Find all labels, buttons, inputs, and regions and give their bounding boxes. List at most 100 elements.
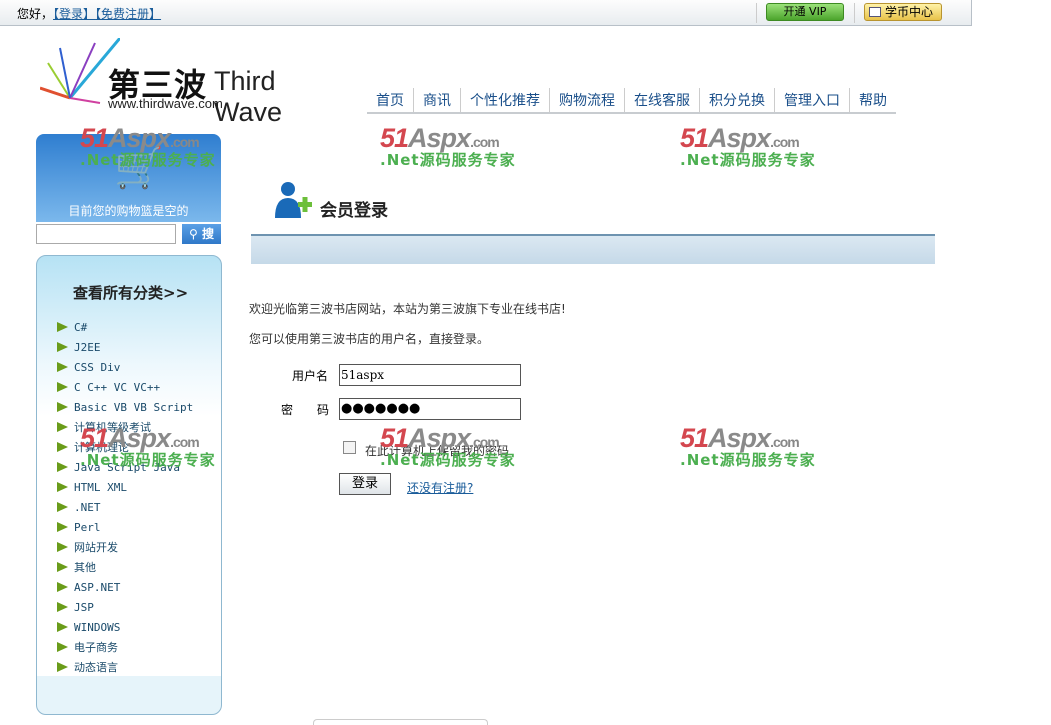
- category-item[interactable]: ASP.NET: [57, 578, 193, 598]
- category-item[interactable]: 网站开发: [57, 538, 193, 558]
- card-icon: [869, 7, 881, 17]
- cart-icon: 🛒: [114, 145, 164, 191]
- arrow-right-icon: [57, 642, 68, 652]
- arrow-right-icon: [57, 462, 68, 472]
- category-label: WINDOWS: [74, 621, 121, 634]
- category-label: C#: [74, 321, 88, 334]
- category-item[interactable]: C C++ VC VC++: [57, 378, 193, 398]
- arrow-right-icon: [57, 602, 68, 612]
- site-logo[interactable]: 第三波 Third Wave www.thirdwave.com: [40, 38, 340, 127]
- search-icon: ⚲: [189, 227, 202, 241]
- nav-recommend[interactable]: 个性化推荐: [460, 88, 549, 112]
- category-label: Perl: [74, 521, 101, 534]
- remember-checkbox[interactable]: [343, 441, 356, 454]
- category-label: CSS Div: [74, 361, 121, 374]
- register-now-link[interactable]: 还没有注册?: [407, 479, 473, 496]
- search-button[interactable]: ⚲ 搜: [182, 224, 221, 244]
- login-link[interactable]: 【登录】: [53, 7, 95, 21]
- cart-status: 目前您的购物篮是空的: [68, 204, 189, 218]
- arrow-right-icon: [57, 582, 68, 592]
- category-label: J2EE: [74, 341, 101, 354]
- nav-home[interactable]: 首页: [367, 88, 413, 112]
- arrow-right-icon: [57, 482, 68, 492]
- password-label: 密 码: [281, 403, 330, 417]
- category-label: 动态语言: [74, 661, 118, 674]
- category-panel: 查看所有分类>> C# J2EE CSS Div C C++ VC VC++ Basic…: [36, 255, 222, 715]
- category-label: Basic VB VB Script: [74, 401, 194, 414]
- category-label: JSP: [74, 601, 94, 614]
- category-item[interactable]: Perl: [57, 518, 193, 538]
- arrow-right-icon: [57, 442, 68, 452]
- username-label: 用户名: [292, 369, 329, 383]
- arrow-right-icon: [57, 542, 68, 552]
- footer-edge: [313, 719, 488, 725]
- category-item[interactable]: 计算机理论: [57, 438, 193, 458]
- login-button[interactable]: 登录: [339, 473, 391, 495]
- logo-url: www.thirdwave.com: [108, 96, 223, 111]
- category-item[interactable]: C#: [57, 318, 193, 338]
- category-label: ASP.NET: [74, 581, 121, 594]
- arrow-right-icon: [57, 522, 68, 532]
- title-bar: [251, 234, 935, 264]
- category-label: 计算机等级考试: [74, 421, 151, 434]
- nav-shopping-flow[interactable]: 购物流程: [549, 88, 624, 112]
- category-label: .NET: [74, 501, 101, 514]
- watermark: 51Aspx.com .Net源码服务专家: [680, 423, 816, 469]
- search-label: 搜: [201, 227, 214, 241]
- category-item[interactable]: JSP: [57, 598, 193, 618]
- nav-help[interactable]: 帮助: [849, 88, 896, 112]
- category-label: 其他: [74, 561, 96, 574]
- category-item[interactable]: .NET: [57, 498, 193, 518]
- category-label: HTML XML: [74, 481, 127, 494]
- coin-center-button[interactable]: 学币中心: [864, 3, 942, 21]
- vip-button[interactable]: 开通 VIP: [766, 3, 844, 21]
- watermark: 51Aspx.com .Net源码服务专家: [680, 123, 816, 169]
- category-label: C C++ VC VC++: [74, 381, 161, 394]
- category-item[interactable]: CSS Div: [57, 358, 193, 378]
- watermark: 51Aspx.com .Net源码服务专家: [380, 123, 516, 169]
- nav-points[interactable]: 积分兑换: [699, 88, 774, 112]
- arrow-right-icon: [57, 342, 68, 352]
- category-item[interactable]: WINDOWS: [57, 618, 193, 638]
- category-label: Java Script Java: [74, 461, 180, 474]
- top-bar: 您好，【登录】【免费注册】 开通 VIP 学币中心: [0, 0, 972, 26]
- remember-label[interactable]: 在此计算机上保留我的密码: [365, 442, 509, 459]
- category-item[interactable]: Java Script Java: [57, 458, 193, 478]
- arrow-right-icon: [57, 322, 68, 332]
- hint-text: 您可以使用第三波书店的用户名，直接登录。: [249, 332, 490, 346]
- category-list: C# J2EE CSS Div C C++ VC VC++ Basic VB VB Sc…: [57, 318, 193, 678]
- divider: [854, 3, 855, 23]
- divider: [756, 3, 757, 23]
- greeting: 您好，【登录】【免费注册】: [17, 5, 161, 22]
- category-item[interactable]: 计算机等级考试: [57, 418, 193, 438]
- nav-support[interactable]: 在线客服: [624, 88, 699, 112]
- arrow-right-icon: [57, 362, 68, 372]
- shopping-cart-panel[interactable]: 🛒 目前您的购物篮是空的: [36, 134, 221, 222]
- arrow-right-icon: [57, 402, 68, 412]
- username-input[interactable]: [339, 364, 521, 386]
- category-item[interactable]: 动态语言: [57, 658, 193, 678]
- add-user-icon: [275, 182, 312, 218]
- arrow-right-icon: [57, 662, 68, 672]
- password-input[interactable]: ●●●●●●●: [339, 398, 521, 420]
- nav-admin[interactable]: 管理入口: [774, 88, 849, 112]
- main-nav: 首页 商讯 个性化推荐 购物流程 在线客服 积分兑换 管理入口 帮助: [367, 88, 896, 114]
- register-link[interactable]: 【免费注册】: [95, 7, 161, 21]
- welcome-text: 欢迎光临第三波书店网站，本站为第三波旗下专业在线书店!: [249, 302, 566, 316]
- nav-news[interactable]: 商讯: [413, 88, 460, 112]
- greeting-text: 您好，: [17, 7, 54, 21]
- arrow-right-icon: [57, 422, 68, 432]
- category-item[interactable]: 其他: [57, 558, 193, 578]
- category-title[interactable]: 查看所有分类>>: [73, 282, 188, 303]
- arrow-right-icon: [57, 502, 68, 512]
- login-title: 会员登录: [320, 201, 388, 221]
- arrow-right-icon: [57, 622, 68, 632]
- category-item[interactable]: J2EE: [57, 338, 193, 358]
- category-item[interactable]: 电子商务: [57, 638, 193, 658]
- category-item[interactable]: HTML XML: [57, 478, 193, 498]
- category-label: 网站开发: [74, 541, 118, 554]
- arrow-right-icon: [57, 382, 68, 392]
- search-input[interactable]: [36, 224, 176, 244]
- category-item[interactable]: Basic VB VB Script: [57, 398, 193, 418]
- logo-english: Third Wave: [214, 66, 283, 127]
